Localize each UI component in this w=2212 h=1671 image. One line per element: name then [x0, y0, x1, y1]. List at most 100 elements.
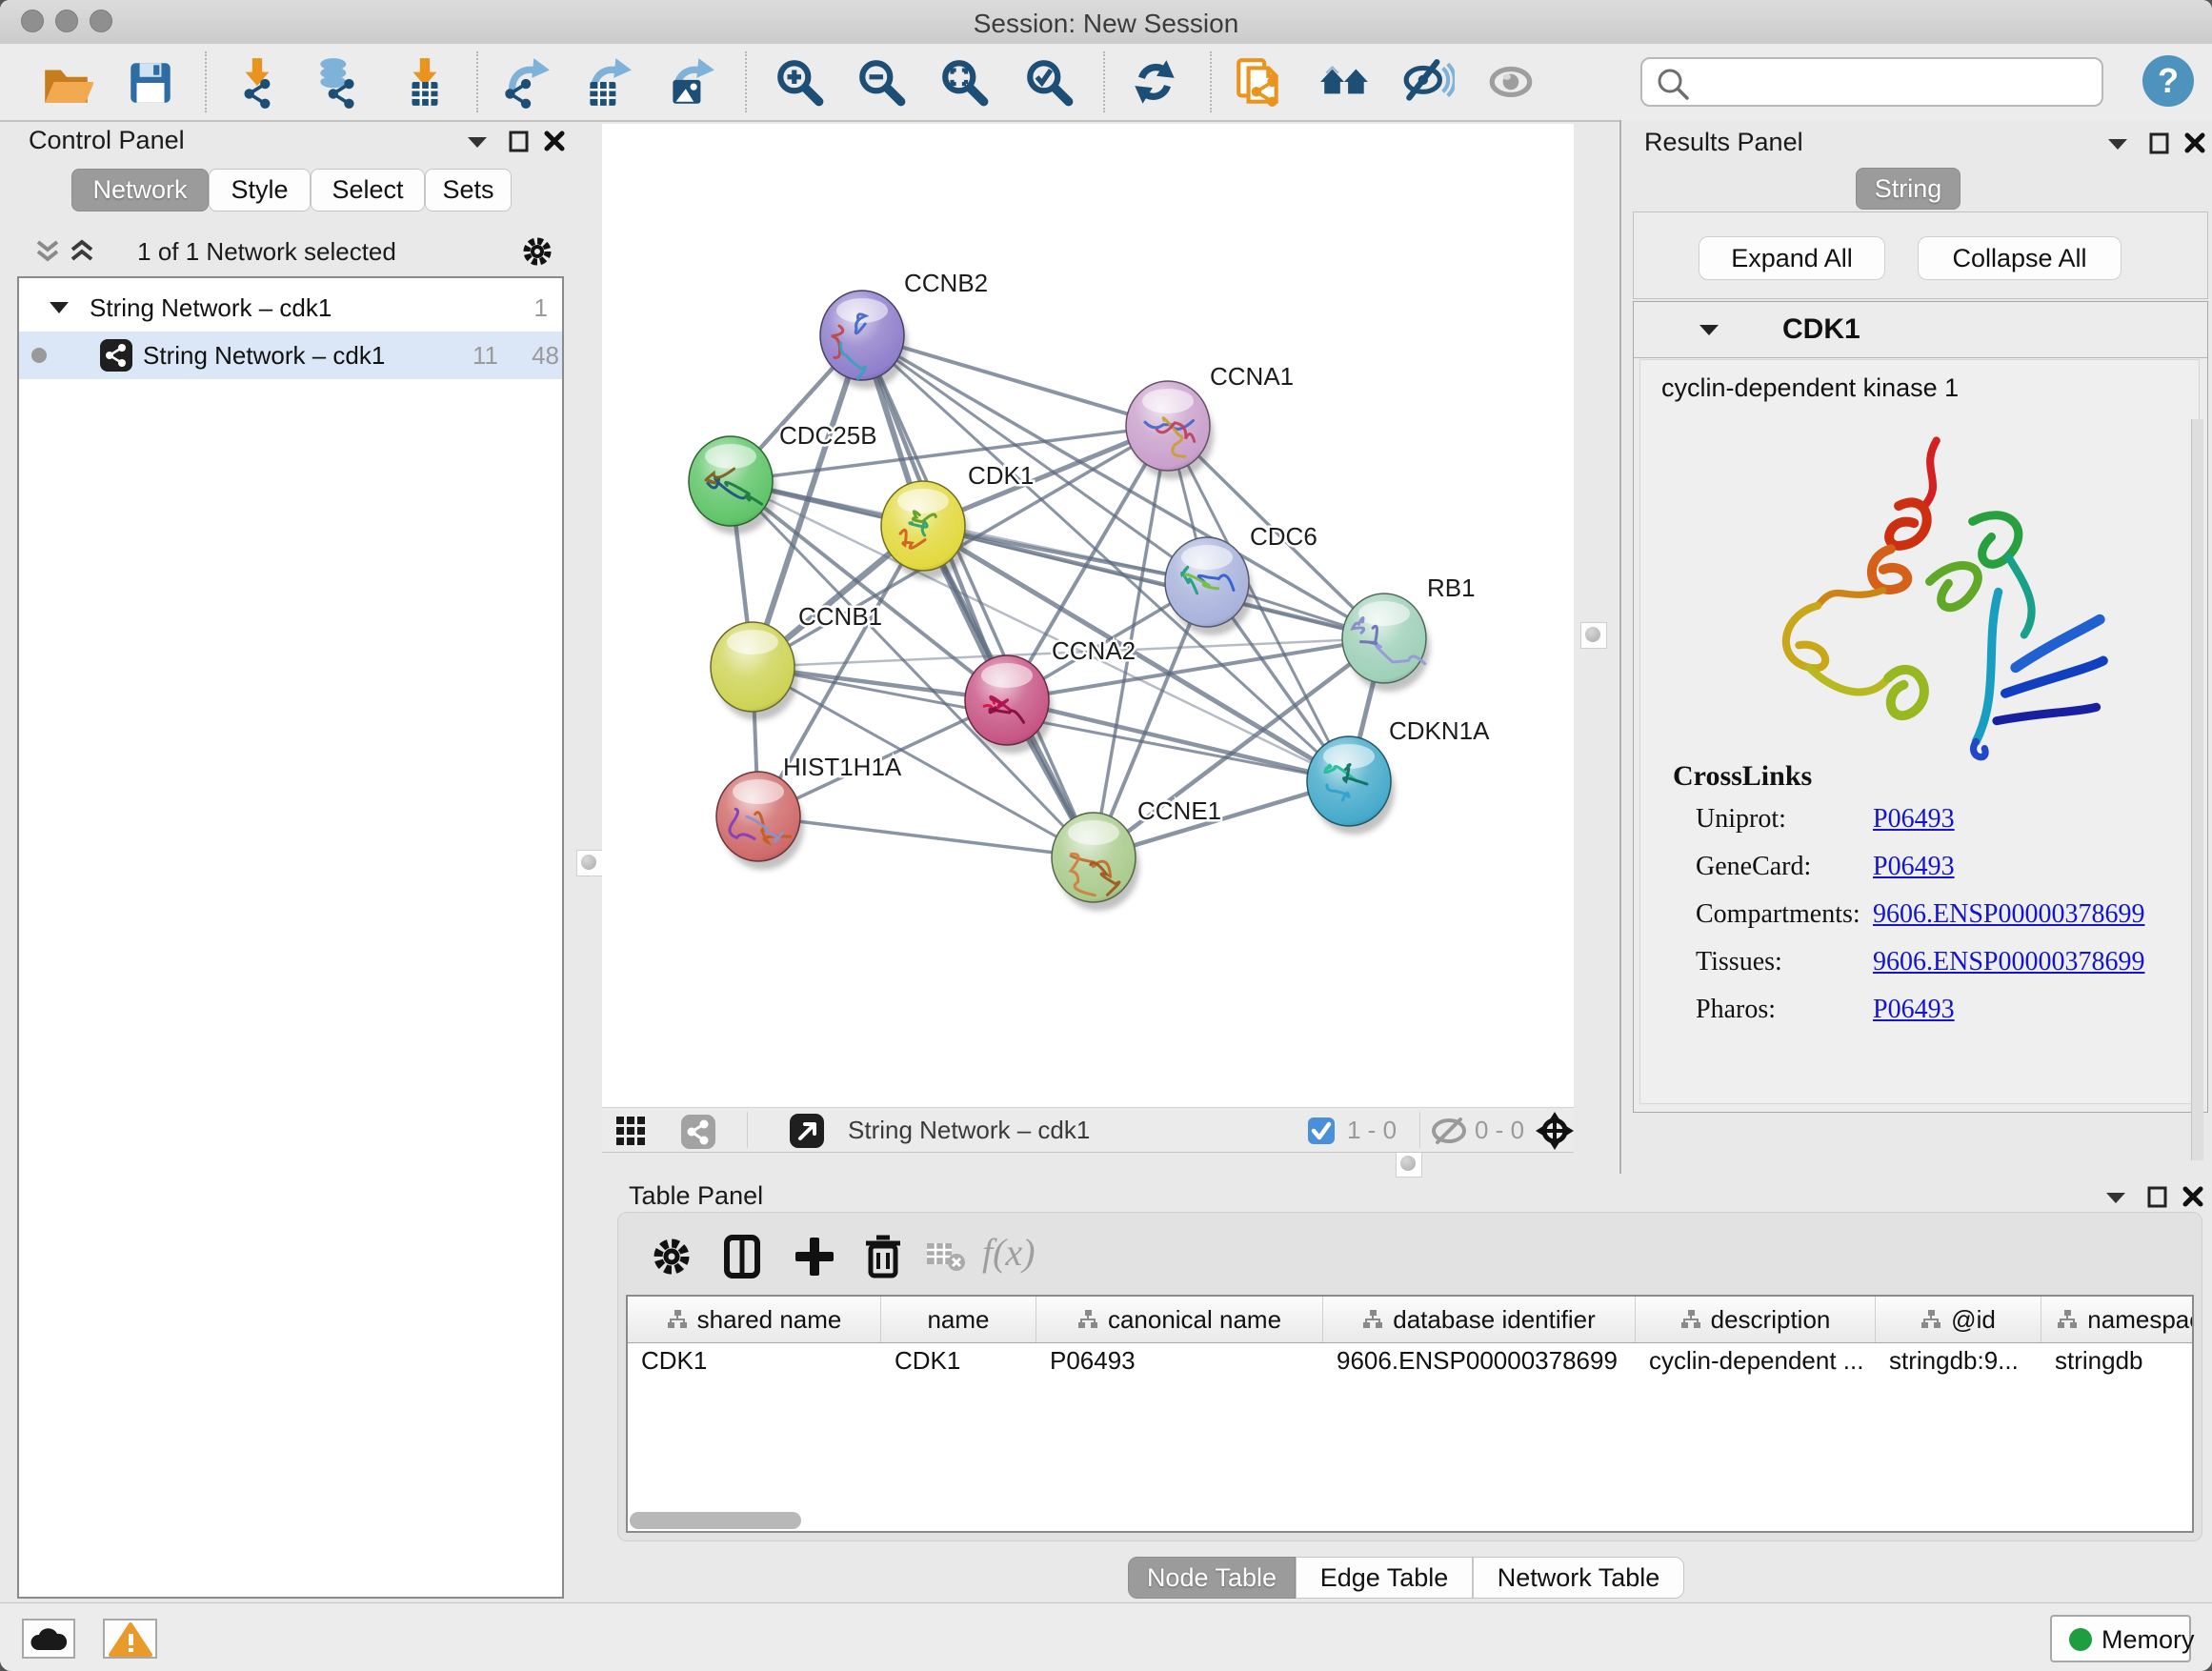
results-panel-close-icon[interactable] — [2183, 131, 2206, 154]
crosslink-link-uniprot[interactable]: P06493 — [1873, 804, 1955, 835]
column-header-shared-name[interactable]: shared name — [628, 1297, 881, 1342]
gene-expander-icon[interactable] — [1697, 321, 1721, 338]
collapse-all-button[interactable]: Collapse All — [1918, 236, 2122, 280]
left-splitter-handle[interactable] — [576, 850, 603, 876]
column-header-namespace[interactable]: namespace — [2041, 1297, 2194, 1342]
crosslink-link-pharos[interactable]: P06493 — [1873, 995, 1955, 1025]
memory-button[interactable]: Memory — [2050, 1615, 2191, 1662]
hide-selected-icon[interactable] — [1401, 56, 1455, 110]
grid-view-icon[interactable] — [615, 1116, 650, 1146]
edge-HIST1H1A-CCNE1[interactable] — [758, 816, 1094, 857]
network-collection-row[interactable]: String Network – cdk1 1 — [19, 284, 562, 332]
string-homes-icon[interactable] — [1318, 56, 1372, 110]
results-panel-float-icon[interactable] — [2105, 135, 2130, 152]
zoom-in-icon[interactable] — [774, 56, 827, 110]
edge-CCNB2-CCNA1[interactable] — [862, 335, 1168, 426]
cell-@id[interactable]: stringdb:9... — [1876, 1346, 2041, 1376]
column-header-description[interactable]: description — [1636, 1297, 1876, 1342]
column-header-@id[interactable]: @id — [1876, 1297, 2041, 1342]
cell-canonical-name[interactable]: P06493 — [1036, 1346, 1323, 1376]
cell-database-identifier[interactable]: 9606.ENSP00000378699 — [1323, 1346, 1636, 1376]
open-in-new-window-icon[interactable] — [789, 1113, 825, 1149]
node-CDKN1A[interactable]: CDKN1A — [1307, 716, 1490, 835]
hidden-eye-icon[interactable] — [1429, 1116, 1469, 1146]
cell-name[interactable]: CDK1 — [881, 1346, 1036, 1376]
export-image-icon[interactable] — [663, 56, 716, 110]
cell-description[interactable]: cyclin-dependent ... — [1636, 1346, 1876, 1376]
network-row-selected[interactable]: String Network – cdk1 11 48 — [19, 332, 562, 379]
show-all-icon[interactable] — [1485, 56, 1538, 110]
tab-network-table[interactable]: Network Table — [1473, 1557, 1684, 1599]
tab-style[interactable]: Style — [209, 169, 311, 211]
edge-CCNA2-CDKN1A[interactable] — [1007, 700, 1349, 781]
cell-shared-name[interactable]: CDK1 — [628, 1346, 881, 1376]
right-splitter-handle[interactable] — [1580, 622, 1607, 649]
birdseye-view-icon[interactable] — [1534, 1110, 1576, 1152]
help-button[interactable]: ? — [2142, 55, 2194, 107]
node-CDC25B[interactable]: CDC25B — [689, 421, 877, 534]
show-columns-icon[interactable] — [717, 1232, 767, 1281]
node-CCNB2[interactable]: CCNB2 — [820, 269, 988, 389]
table-panel-maximize-icon[interactable] — [2146, 1185, 2169, 1210]
node-CCNE1[interactable]: CCNE1 — [1052, 796, 1221, 911]
column-network-icon — [1920, 1309, 1941, 1330]
collection-expander-icon[interactable] — [48, 299, 70, 316]
save-session-icon[interactable] — [124, 56, 177, 110]
import-table-file-icon[interactable] — [399, 56, 452, 110]
cloud-icon — [25, 1621, 74, 1658]
table-horizontal-scrollbar[interactable] — [630, 1512, 801, 1529]
control-panel-maximize-icon[interactable] — [508, 130, 531, 154]
export-table-icon[interactable] — [580, 56, 633, 110]
table-settings-gear-icon[interactable] — [647, 1232, 696, 1281]
node-CCNA1[interactable]: CCNA1 — [1126, 362, 1294, 479]
tab-edge-table[interactable]: Edge Table — [1296, 1557, 1473, 1599]
tab-sets[interactable]: Sets — [425, 169, 512, 211]
table-panel-float-icon[interactable] — [2103, 1189, 2128, 1206]
search-input[interactable] — [1694, 63, 2098, 103]
network-canvas[interactable]: CCNB2CCNA1CDC25BCDK1CDC6RB1CCNB1CCNA2CDK… — [602, 124, 1574, 1107]
add-column-icon[interactable] — [790, 1232, 839, 1281]
gene-section-header[interactable]: CDK1 — [1634, 302, 2207, 358]
cell-namespace[interactable]: stringdb — [2041, 1346, 2194, 1376]
tab-string[interactable]: String — [1856, 168, 1961, 210]
bottom-splitter-handle[interactable] — [1396, 1151, 1422, 1178]
crosslink-link-genecard[interactable]: P06493 — [1873, 852, 1955, 882]
delete-column-icon[interactable] — [858, 1232, 908, 1281]
table-panel-close-icon[interactable] — [2182, 1185, 2204, 1208]
column-header-canonical-name[interactable]: canonical name — [1036, 1297, 1323, 1342]
export-network-icon[interactable] — [498, 56, 552, 110]
node-HIST1H1A[interactable]: HIST1H1A — [716, 753, 902, 870]
zoom-selected-icon[interactable] — [1023, 56, 1076, 110]
string-import-icon[interactable] — [1233, 56, 1286, 110]
results-panel-maximize-icon[interactable] — [2148, 131, 2171, 156]
zoom-out-icon[interactable] — [855, 56, 909, 110]
node-RB1[interactable]: RB1 — [1342, 574, 1476, 692]
column-header-database-identifier[interactable]: database identifier — [1323, 1297, 1636, 1342]
crosslink-link-tissues[interactable]: 9606.ENSP00000378699 — [1873, 947, 2144, 977]
cloud-status-button[interactable] — [22, 1619, 75, 1659]
selected-checkbox-icon[interactable] — [1307, 1117, 1336, 1145]
node-CDK1[interactable]: CDK1 — [881, 461, 1034, 579]
zoom-fit-icon[interactable] — [938, 56, 992, 110]
warning-status-button[interactable] — [103, 1619, 157, 1659]
control-panel-float-icon[interactable] — [465, 133, 490, 151]
control-panel-close-icon[interactable] — [543, 130, 566, 152]
tab-network[interactable]: Network — [71, 169, 209, 211]
function-builder-icon[interactable]: f(x) — [982, 1230, 1036, 1275]
expand-all-icon[interactable] — [69, 236, 95, 267]
import-network-database-icon[interactable] — [312, 56, 365, 110]
results-scrollbar[interactable] — [2191, 419, 2203, 1160]
tab-node-table[interactable]: Node Table — [1128, 1557, 1296, 1599]
collapse-all-icon[interactable] — [34, 236, 61, 267]
tab-select[interactable]: Select — [311, 169, 425, 211]
crosslink-link-compartments[interactable]: 9606.ENSP00000378699 — [1873, 899, 2144, 930]
open-session-icon[interactable] — [40, 56, 93, 110]
apply-preferred-layout-icon[interactable] — [1129, 56, 1182, 110]
network-options-gear-icon[interactable] — [520, 234, 554, 269]
import-network-file-icon[interactable] — [231, 56, 285, 110]
share-view-icon[interactable] — [680, 1114, 716, 1150]
expand-all-button[interactable]: Expand All — [1699, 236, 1885, 280]
application-window: Session: New Session ? Control Panel 1 o… — [0, 0, 2212, 1671]
column-header-name[interactable]: name — [881, 1297, 1036, 1342]
delete-table-icon[interactable] — [925, 1239, 975, 1289]
